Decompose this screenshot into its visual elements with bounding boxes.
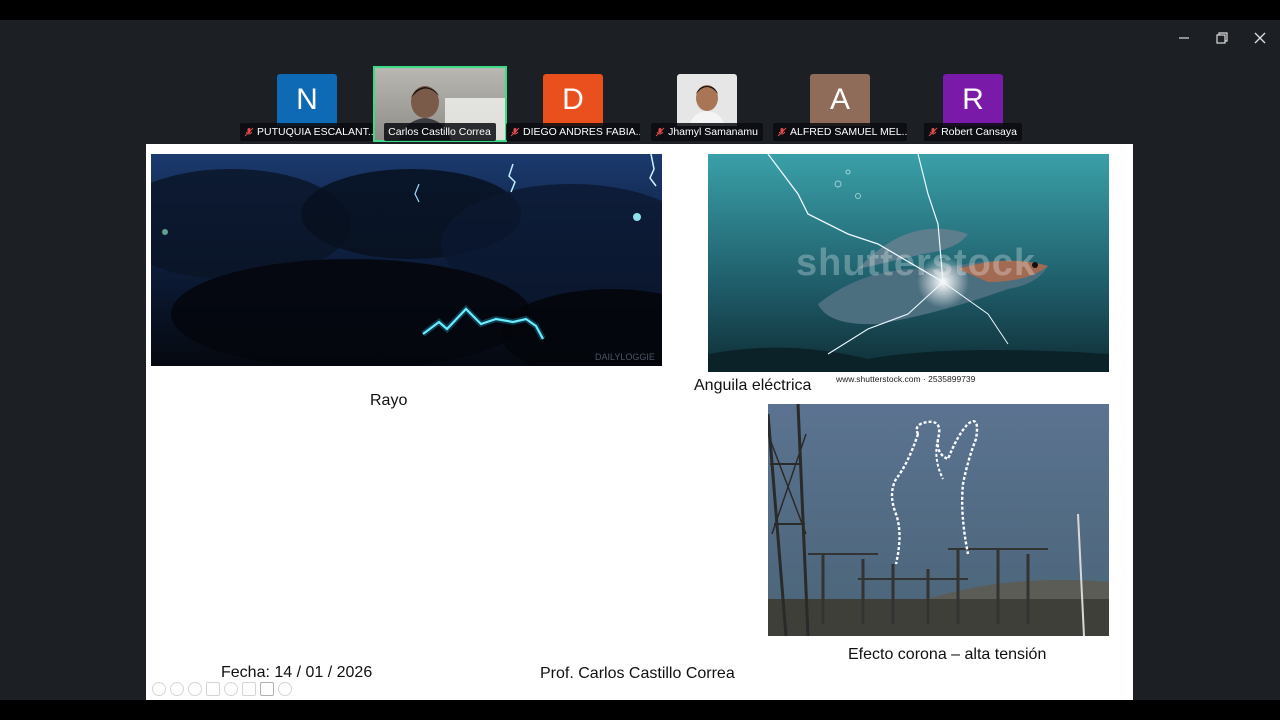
participant-name: DIEGO ANDRES FABIA... xyxy=(523,126,640,138)
shared-slide: DAILYLOGGIE Rayo shutterstock www.shutte… xyxy=(146,144,1133,700)
mic-muted-icon xyxy=(244,127,254,137)
image-credit: www.shutterstock.com · 2535899739 xyxy=(836,374,976,384)
slides-icon[interactable] xyxy=(242,682,256,696)
more-icon[interactable] xyxy=(278,682,292,696)
camera-icon[interactable] xyxy=(260,682,274,696)
eel-image: shutterstock xyxy=(708,154,1109,372)
minimize-icon xyxy=(1179,37,1189,39)
participant-tile[interactable]: R Robert Cansaya xyxy=(906,66,1040,142)
minimize-button[interactable] xyxy=(1173,27,1195,49)
profesor-text: Prof. Carlos Castillo Correa xyxy=(540,665,735,682)
top-bar xyxy=(0,0,1280,20)
avatar: R xyxy=(943,74,1003,126)
bottom-bar xyxy=(0,700,1280,720)
restore-icon xyxy=(1216,32,1228,44)
avatar: D xyxy=(543,74,603,126)
participant-name: Jhamyl Samanamu xyxy=(668,126,758,138)
mic-muted-icon xyxy=(928,127,938,137)
caption-rayo: Rayo xyxy=(370,392,408,409)
participant-tile[interactable]: Jhamyl Samanamu xyxy=(640,66,774,142)
mic-muted-icon xyxy=(510,127,520,137)
close-icon xyxy=(1254,32,1266,44)
participant-name: Carlos Castillo Correa xyxy=(388,126,491,138)
participant-tile-active[interactable]: Carlos Castillo Correa xyxy=(373,66,507,142)
participant-tile[interactable]: D DIEGO ANDRES FABIA... xyxy=(506,66,640,142)
watermark: DAILYLOGGIE xyxy=(595,352,655,362)
toolbar-icon[interactable] xyxy=(152,682,166,696)
fecha-text: Fecha: 14 / 01 / 2026 xyxy=(221,664,373,681)
corona-image xyxy=(768,404,1109,636)
close-button[interactable] xyxy=(1249,27,1271,49)
avatar: N xyxy=(277,74,337,126)
avatar: A xyxy=(810,74,870,126)
toolbar-icon[interactable] xyxy=(170,682,184,696)
participant-name: PUTUQUIA ESCALANT... xyxy=(257,126,374,138)
participant-name: ALFRED SAMUEL MEL... xyxy=(790,126,907,138)
caption-anguila: Anguila eléctrica xyxy=(694,377,812,394)
participant-tile[interactable]: A ALFRED SAMUEL MEL... xyxy=(773,66,907,142)
slide-toolbar xyxy=(152,682,292,696)
participant-name: Robert Cansaya xyxy=(941,126,1017,138)
avatar-photo xyxy=(677,74,737,126)
lightning-image: DAILYLOGGIE xyxy=(151,154,662,366)
mic-muted-icon xyxy=(655,127,665,137)
watermark: shutterstock xyxy=(796,242,1037,284)
copy-icon[interactable] xyxy=(206,682,220,696)
participant-tile[interactable]: N PUTUQUIA ESCALANT... xyxy=(240,66,374,142)
person-photo-icon xyxy=(689,85,725,126)
restore-button[interactable] xyxy=(1211,27,1233,49)
mic-muted-icon xyxy=(777,127,787,137)
zoom-icon[interactable] xyxy=(224,682,238,696)
caption-corona: Efecto corona – alta tensión xyxy=(848,646,1047,663)
pen-icon[interactable] xyxy=(188,682,202,696)
